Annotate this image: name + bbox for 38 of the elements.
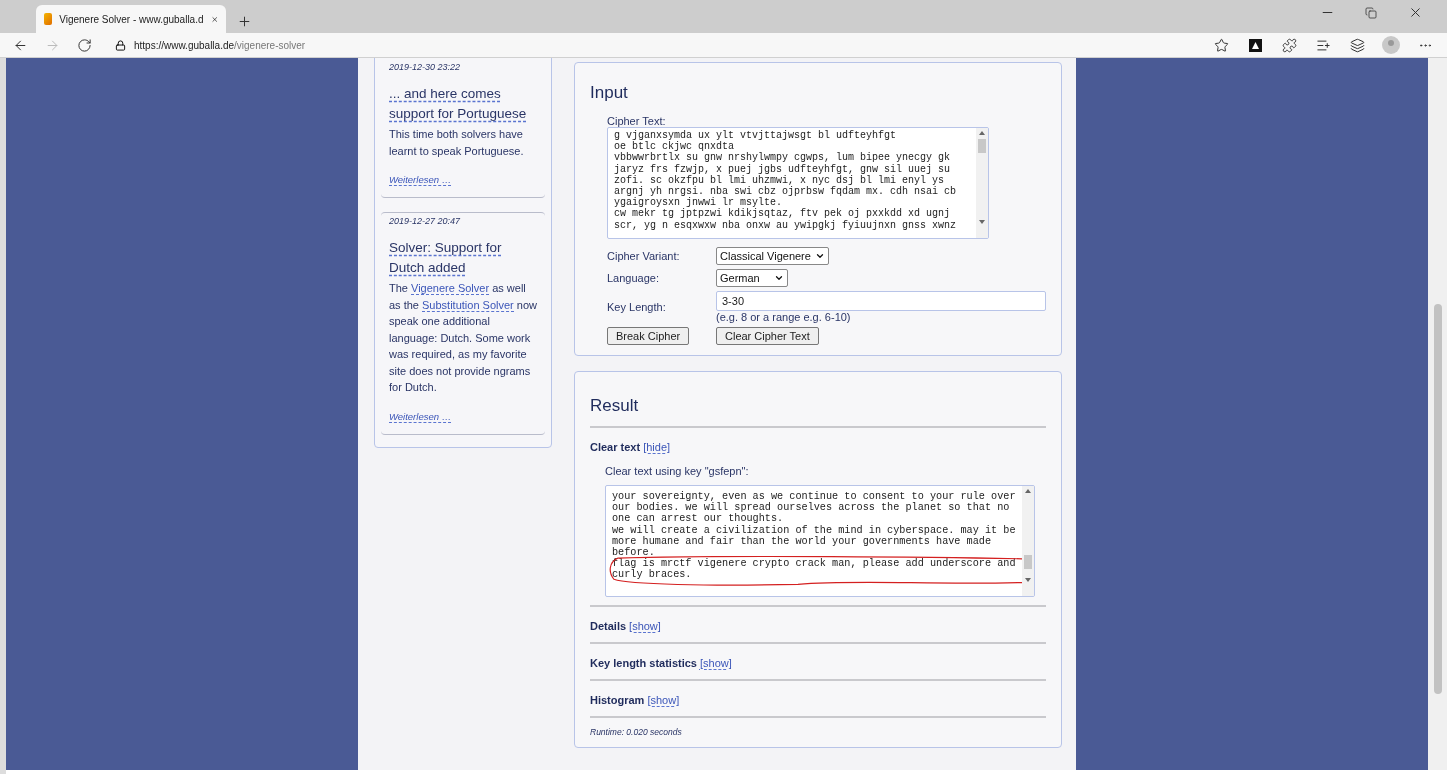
clear-button[interactable]: Clear Cipher Text [716,327,819,345]
text-link[interactable]: Substitution Solver [422,298,514,312]
language-select[interactable]: German [716,269,788,287]
clear-text-area[interactable]: your sovereignty, even as we continue to consent to your rule over our bodies. we will spread ourselves across the planet so that no one can arrest our thoughts. we will create a civilization of the mind in cyberspace. may it be more humane and fair than the world your governments have made before. flag is mrctf vigenere crypto crack man, please add underscore and curly braces. [605,485,1035,597]
toggle-link[interactable]: [show] [647,694,680,706]
result-label: Clear text using key "gsfepn": [605,465,750,477]
post-text: The Vigenere Solver as well as the Substitution Solver now speak one additional language: Dutch. Some work was required, as my favorite site does not provide ngrams for Dutch. [389,281,537,395]
toggle-link[interactable]: [hide] [643,441,671,453]
read-more-link[interactable]: Weiterlesen … [389,174,452,186]
break-cipher-button[interactable]: Break Cipher [607,327,690,345]
key-length-input[interactable]: 3-30 [716,291,1046,311]
section-label: Details [590,620,627,632]
read-more-link[interactable]: Weiterlesen … [389,410,452,423]
section-label: Clear text [590,441,641,453]
tab-title: Vigenere Solver - www.guballa.d [59,13,204,25]
post-title-link[interactable]: Solver: Support for Dutch added [389,238,537,278]
field-label: Key Length: [607,301,667,313]
section-heading: Result [590,396,640,416]
cipher-text-area[interactable]: g vjganxsymda ux ylt vtvjttajwsgt bl udfteyhfgt oe btlc ckjwc qnxdta vbbwwrbrtlx su gnw nrshylwmpy cgwps, lum bipee ynecgy gk jaryz frs fzwjp, x puej jgbs udfteyhfgt, gnw sil uuej su zofi. sc okzfpu bl lmi uhzmwi, x nyc dsj bl lmi enyl ys argnj yh nrgsi. nba swi cbz ojprbsw fqdam mx. cdh nsai cb ygaigroysxn jnwwi lr msylte. cw mekr tg jptpzwi kdikjsqtaz, ftv pek oj pxxkdd xd ugnj scr, yg n esqxwxw nba onxw au ywipgkj fyiuujnxn gnss xwnz [607,127,989,239]
address-bar[interactable]: https://www.guballa.de/vigenere-solver [107,34,1197,56]
url-text: https://www.guballa.de/vigenere-solver [134,39,306,51]
hint-text: (e.g. 8 or a range e.g. 6-10) [716,311,852,323]
field-label: Cipher Text: [607,115,667,127]
section-label: Key length statistics [590,657,697,669]
post-text: This time both solvers have learnt to speak Portuguese. [389,127,525,159]
post-date: 2019-12-27 20:47 [389,216,462,226]
section-label: Histogram [590,694,645,706]
toggle-link[interactable]: [show] [700,657,732,669]
variant-select[interactable]: Classical Vigenere [716,247,829,265]
text-link[interactable]: Vigenere Solver [411,282,490,295]
browser-tab[interactable]: Vigenere Solver - www.guballa.d [36,5,226,33]
post-title-link[interactable]: ... and here comes support for Portuguese [389,84,537,124]
field-label: Language: [607,272,660,284]
field-label: Cipher Variant: [607,250,681,262]
toggle-link[interactable]: [show] [629,620,661,632]
runtime-text: Runtime: 0.020 seconds [590,716,1046,737]
section-heading: Input [590,83,629,103]
post-date: 2019-12-30 23:22 [389,62,462,72]
